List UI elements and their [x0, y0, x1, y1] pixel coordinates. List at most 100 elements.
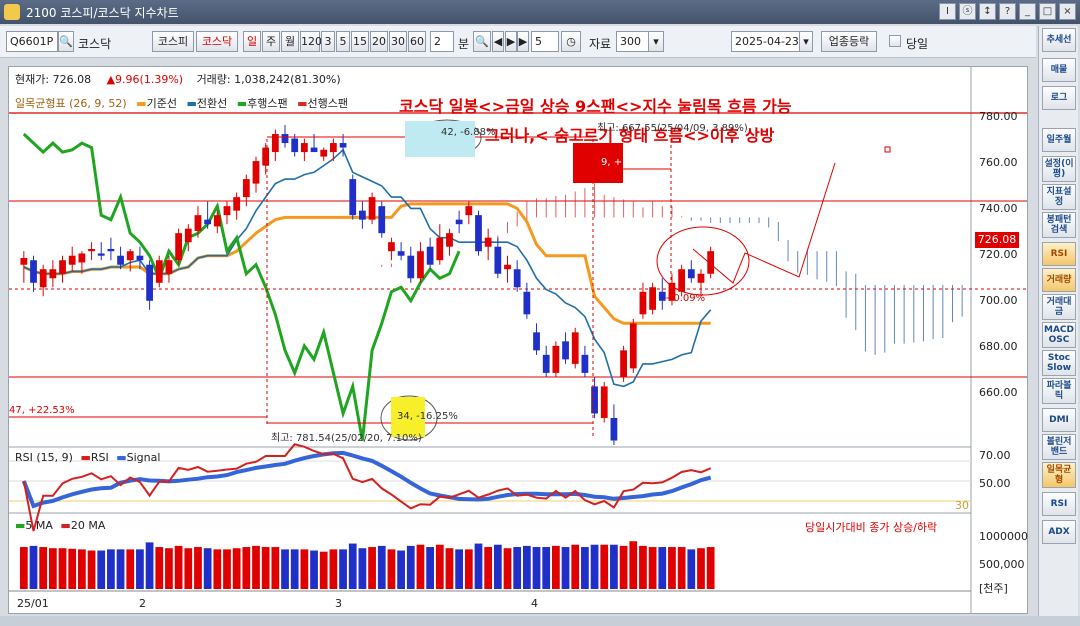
maximize-button[interactable]: □: [1039, 3, 1056, 20]
candle-body: [68, 255, 76, 265]
code-input[interactable]: Q6601P: [6, 31, 58, 52]
volume-bar: [416, 544, 425, 589]
sidebar-trendline[interactable]: 추세선: [1042, 28, 1076, 52]
sidebar-macd[interactable]: MACD OSC: [1042, 322, 1076, 348]
info-button[interactable]: Ⅰ: [939, 3, 956, 20]
min-15-button[interactable]: 15: [351, 31, 369, 52]
rsi-legend-title: RSI (15, 9): [15, 451, 73, 464]
chevron-down-icon[interactable]: ▾: [648, 31, 664, 52]
volume-bar: [590, 544, 599, 589]
volume-bar: [435, 544, 444, 589]
legend-lag: 후행스팬: [247, 97, 288, 110]
volume-bar: [48, 548, 57, 589]
volume-bar: [397, 550, 405, 589]
date-tick-jan: 25/01: [17, 597, 49, 610]
kospi-button[interactable]: 코스피: [152, 31, 194, 52]
min-5-button[interactable]: 5: [336, 31, 350, 52]
zoom-icon[interactable]: 🔍: [473, 31, 491, 52]
volume-bar: [658, 547, 667, 589]
volume-bar: [145, 542, 154, 589]
candle-body: [388, 242, 395, 252]
minute-input[interactable]: 2: [430, 31, 454, 52]
toolbar: Q6601P 🔍 코스닥 코스피 코스닥 일 주 월 120 3 5 15 20…: [0, 26, 1036, 58]
sidebar-supply[interactable]: 매물: [1042, 58, 1076, 82]
price-info: 현재가: 726.08 ▲9.96(1.39%) 거래량: 1,038,242(…: [15, 71, 341, 87]
volume-bar: [165, 548, 173, 589]
vol-unit: [천주]: [979, 582, 1008, 595]
link-button[interactable]: ⓢ: [959, 3, 976, 20]
minimize-button[interactable]: _: [1019, 3, 1036, 20]
kosdaq-button[interactable]: 코스닥: [196, 31, 238, 52]
resize-button[interactable]: ↕: [979, 3, 996, 20]
left-label: 47, +22.53%: [9, 405, 75, 416]
candle-body: [233, 197, 241, 211]
period-month-button[interactable]: 월: [281, 31, 299, 52]
sidebar-log[interactable]: 로그: [1042, 86, 1076, 110]
step-input[interactable]: 5: [531, 31, 559, 52]
volume-bar: [706, 547, 715, 589]
candle-body: [542, 354, 550, 373]
sidebar-setting-ma[interactable]: 설정(이평): [1042, 156, 1076, 182]
volume-bar: [58, 548, 67, 589]
volume-bar: [542, 547, 551, 589]
sidebar-period[interactable]: 일주월: [1042, 128, 1076, 152]
min-30-button[interactable]: 30: [389, 31, 407, 52]
candle-body: [552, 345, 560, 373]
candle-body: [426, 246, 434, 265]
min-20-button[interactable]: 20: [370, 31, 388, 52]
volume-bar: [19, 547, 28, 589]
candle-body: [465, 206, 473, 216]
sidebar-ichimoku[interactable]: 일목균형: [1042, 462, 1076, 488]
period-week-button[interactable]: 주: [262, 31, 280, 52]
right-sidebar: 추세선 매물 로그 일주월 설정(이평) 지표설정 봉패턴검색 RSI 거래량 …: [1038, 26, 1078, 616]
sidebar-pattern-search[interactable]: 봉패턴검색: [1042, 212, 1076, 238]
today-checkbox[interactable]: [889, 35, 901, 47]
volume-bar: [290, 549, 299, 589]
candle-body: [436, 237, 444, 261]
next-icon[interactable]: ▶: [505, 31, 517, 52]
end-icon[interactable]: ▶: [517, 31, 529, 52]
prev-icon[interactable]: ◀: [492, 31, 504, 52]
volume-bar: [445, 548, 454, 589]
search-icon[interactable]: 🔍: [58, 31, 74, 52]
candle-body: [146, 264, 153, 301]
sidebar-amount[interactable]: 거래대금: [1042, 294, 1076, 320]
price-tag: 726.08: [975, 232, 1019, 248]
current-price: 726.08: [52, 73, 92, 86]
candle-body: [639, 291, 647, 315]
date-chevron-down-icon[interactable]: ▾: [799, 31, 813, 52]
vol-legend-ma5: 5 MA: [25, 519, 53, 532]
volume-bar: [155, 547, 164, 589]
candle-body: [155, 260, 163, 283]
pct-label: +0.09%: [665, 293, 706, 304]
sidebar-volume[interactable]: 거래량: [1042, 268, 1076, 292]
sidebar-dmi[interactable]: DMI: [1042, 408, 1076, 432]
candle-body: [600, 386, 608, 418]
sector-button[interactable]: 업종등락: [821, 31, 877, 52]
sidebar-parabolic[interactable]: 파라볼릭: [1042, 378, 1076, 404]
candle-body: [407, 255, 415, 279]
volume-bar: [581, 547, 589, 589]
volume-bar: [271, 547, 280, 589]
clock-icon[interactable]: ◷: [561, 31, 581, 52]
sidebar-bollinger[interactable]: 볼린저밴드: [1042, 434, 1076, 460]
min-3-button[interactable]: 3: [321, 31, 335, 52]
volume-bar: [600, 544, 609, 589]
min-120-button[interactable]: 120: [300, 31, 322, 52]
sidebar-rsi-top[interactable]: RSI: [1042, 242, 1076, 266]
sidebar-indicator-setting[interactable]: 지표설정: [1042, 184, 1076, 210]
volume-bar: [552, 545, 560, 589]
period-day-button[interactable]: 일: [243, 31, 261, 52]
volume-bar: [136, 549, 144, 589]
close-button[interactable]: ×: [1059, 3, 1076, 20]
candle-body: [378, 206, 386, 234]
volume-bar: [522, 545, 531, 589]
sidebar-adx[interactable]: ADX: [1042, 520, 1076, 544]
volume-bar: [329, 549, 338, 589]
candle-body: [678, 269, 686, 292]
sidebar-rsi[interactable]: RSI: [1042, 492, 1076, 516]
sidebar-stoch[interactable]: Stoc Slow: [1042, 350, 1076, 376]
min-60-button[interactable]: 60: [408, 31, 426, 52]
help-button[interactable]: ?: [999, 3, 1016, 20]
rsi-legend-signal: Signal: [126, 451, 161, 464]
